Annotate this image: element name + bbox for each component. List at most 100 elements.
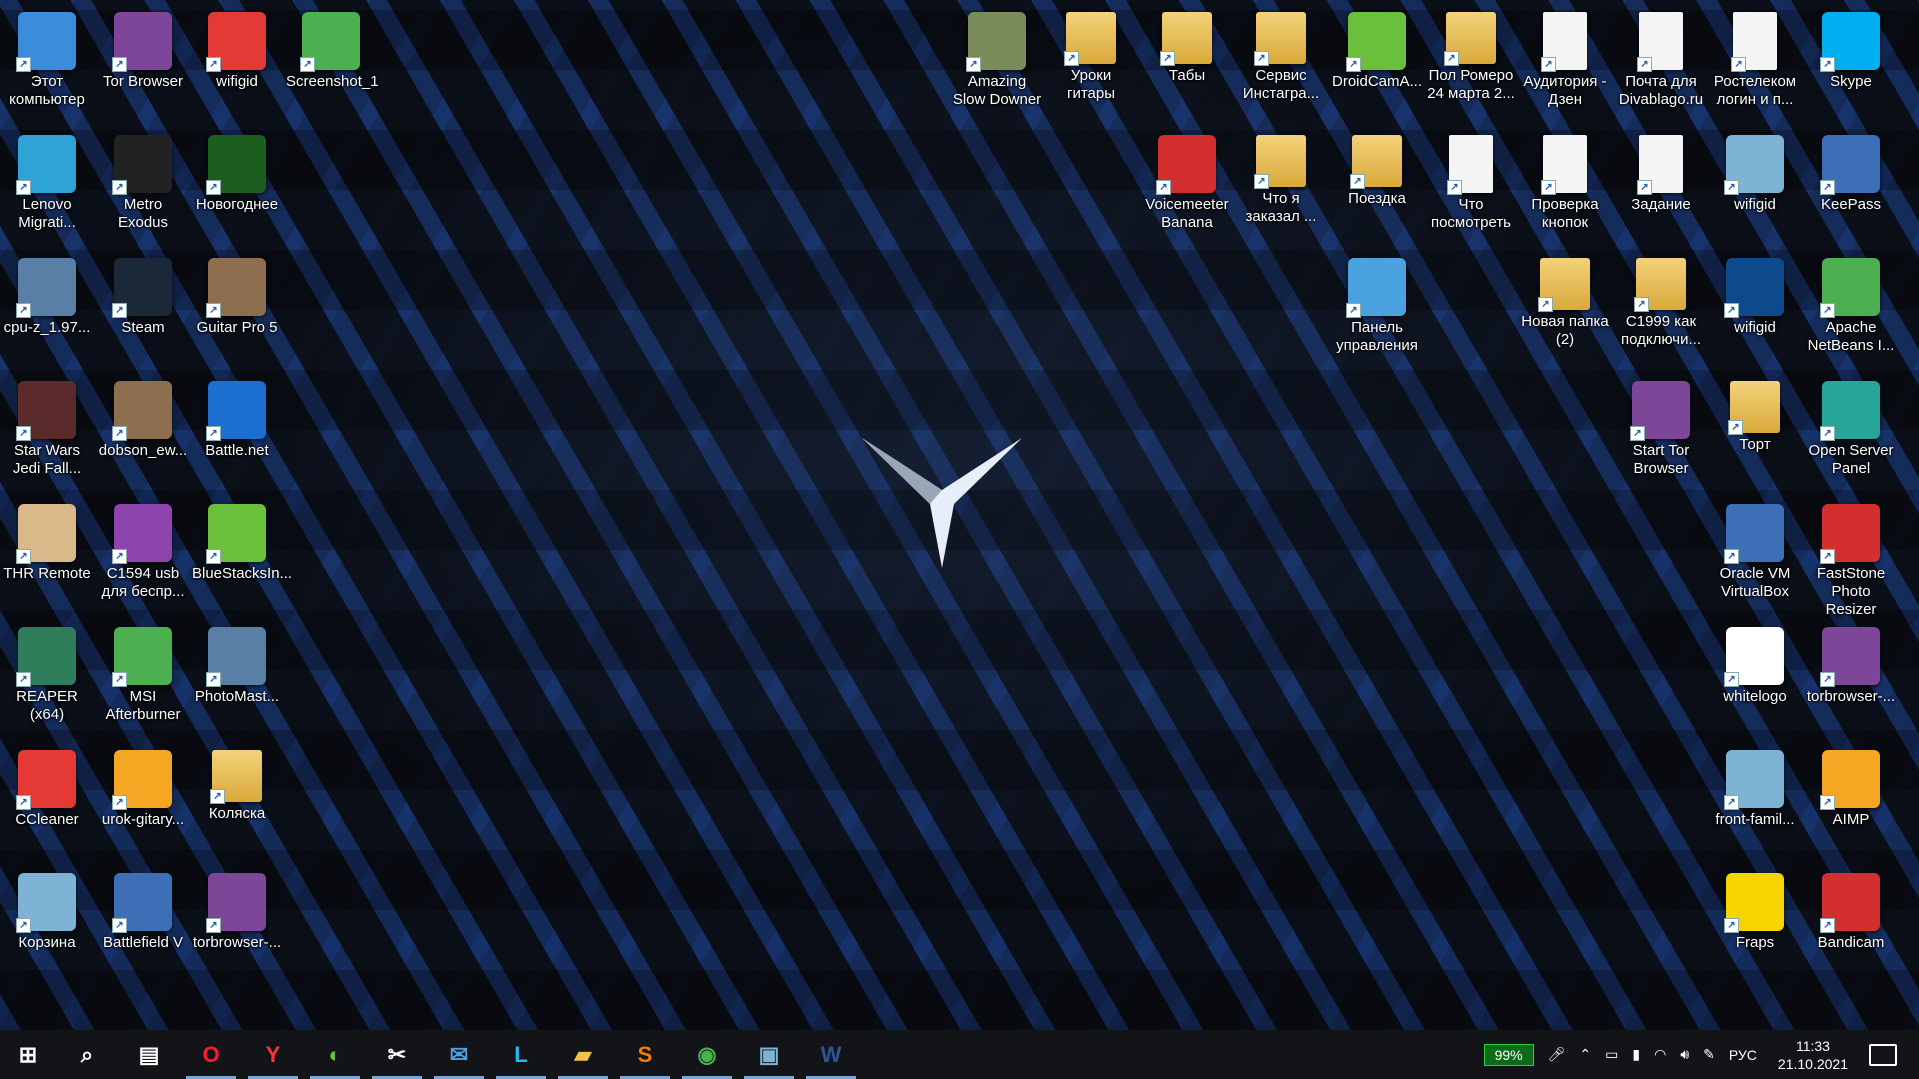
shortcut-arrow-icon: ↗	[112, 180, 127, 195]
desktop-icon[interactable]: ↗ Сервис Инстагра...	[1234, 4, 1328, 122]
photomaster-icon: ↗	[206, 627, 266, 687]
notification-center-icon[interactable]	[1869, 1043, 1897, 1066]
desktop-icon[interactable]: ↗ Guitar Pro 5	[190, 250, 284, 368]
keepass-icon: ↗	[1820, 135, 1880, 195]
desktop-icon[interactable]: ↗ Battlefield V	[96, 865, 190, 983]
desktop-icon[interactable]: ↗ Новогоднее	[190, 127, 284, 245]
desktop-icon[interactable]: ↗ Apache NetBeans I...	[1804, 250, 1898, 368]
shortcut-arrow-icon: ↗	[1724, 672, 1739, 687]
mail-icon[interactable]: ✉	[428, 1030, 490, 1079]
wifi-icon[interactable]: ◠	[1654, 1046, 1666, 1063]
desktop-icon[interactable]: ↗ MSI Afterburner	[96, 619, 190, 737]
document-icon: ↗	[1637, 135, 1683, 195]
desktop-icon[interactable]: ↗ Коляска	[190, 742, 284, 860]
desktop-icon[interactable]: ↗ wifigid	[1708, 127, 1802, 245]
desktop-icon[interactable]: ↗ Amazing Slow Downer	[950, 4, 1044, 122]
desktop-icon[interactable]: ↗ Поездка	[1330, 127, 1424, 245]
desktop-icon[interactable]: ↗ CCleaner	[0, 742, 94, 860]
desktop-icon[interactable]: ↗ Open Server Panel	[1804, 373, 1898, 491]
word-icon[interactable]: W	[800, 1030, 862, 1079]
desktop-icon[interactable]: ↗ Battle.net	[190, 373, 284, 491]
desktop-icon[interactable]: ↗ KeePass	[1804, 127, 1898, 245]
desktop-icon[interactable]: ↗ front-famil...	[1708, 742, 1802, 860]
desktop-icon[interactable]: ↗ Корзина	[0, 865, 94, 983]
battery-indicator[interactable]: 99%	[1483, 1043, 1534, 1066]
desktop-icon[interactable]: ↗ torbrowser-...	[1804, 619, 1898, 737]
document-icon: ↗	[1637, 12, 1683, 72]
volume-icon[interactable]: 🔊︎	[1680, 1046, 1689, 1063]
shortcut-arrow-icon: ↗	[112, 57, 127, 72]
reaper-icon: ↗	[16, 627, 76, 687]
desktop-icon[interactable]: ↗ Bandicam	[1804, 865, 1898, 983]
desktop-icon[interactable]: ↗ C1999 как подключи...	[1614, 250, 1708, 368]
desktop-icon[interactable]: ↗ THR Remote	[0, 496, 94, 614]
desktop-icon[interactable]: ↗ dobson_ew...	[96, 373, 190, 491]
clock-time: 11:33	[1795, 1037, 1830, 1054]
desktop-icon[interactable]: ↗ BlueStacksIn...	[190, 496, 292, 614]
desktop-icon[interactable]: ↗ Voicemeeter Banana	[1140, 127, 1234, 245]
yandex-browser-icon[interactable]: Y	[242, 1030, 304, 1079]
desktop-icon[interactable]: ↗ FastStone Photo Resizer	[1804, 496, 1898, 618]
desktop-icon-label: Пол Ромеро 24 марта 2...	[1427, 67, 1515, 102]
desktop-icon[interactable]: ↗ Tor Browser	[96, 4, 190, 122]
desktop-icon[interactable]: ↗ Табы	[1140, 4, 1234, 122]
desktop-icon[interactable]: ↗ Steam	[96, 250, 190, 368]
snipping-tool-icon[interactable]: ✂	[366, 1030, 428, 1079]
amazing-slow-downer-icon: ↗	[966, 12, 1026, 72]
device-icon[interactable]: ▭	[1605, 1046, 1618, 1063]
search-icon[interactable]: ⌕	[56, 1030, 118, 1079]
tor-taskbar-icon[interactable]: ◐	[304, 1030, 366, 1079]
desktop-icon[interactable]: ↗ whitelogo	[1708, 619, 1802, 737]
desktop-icon[interactable]: ↗ urok-gitary...	[96, 742, 190, 860]
desktop-icon[interactable]: ↗ Lenovo Migrati...	[0, 127, 94, 245]
desktop-icon[interactable]: ↗ Торт	[1708, 373, 1802, 491]
desktop-icon[interactable]: ↗ Этот компьютер	[0, 4, 94, 122]
battery-icon[interactable]: ▮	[1632, 1046, 1640, 1063]
desktop-icon[interactable]: ↗ Пол Ромеро 24 марта 2...	[1424, 4, 1518, 122]
desktop-icon[interactable]: ↗ Skype	[1804, 4, 1898, 122]
desktop-icon[interactable]: ↗ Oracle VM VirtualBox	[1708, 496, 1802, 614]
desktop-icon[interactable]: ↗ Start Tor Browser	[1614, 373, 1708, 491]
file-explorer-icon[interactable]: ▰	[552, 1030, 614, 1079]
desktop-icon-label: Этот компьютер	[9, 73, 85, 108]
desktop-icon[interactable]: ↗ REAPER (x64)	[0, 619, 94, 737]
desktop-icon[interactable]: ↗ torbrowser-...	[190, 865, 284, 983]
desktop-icon[interactable]: ↗ DroidCamA...	[1330, 4, 1424, 122]
desktop-icon-label: Сервис Инстагра...	[1242, 67, 1320, 102]
desktop-icon[interactable]: ↗ Уроки гитары	[1044, 4, 1138, 122]
desktop-icon[interactable]: ↗ Аудитория - Дзен	[1518, 4, 1612, 122]
open-server-icon: ↗	[1820, 381, 1880, 441]
desktop-icon[interactable]: ↗ wifigid	[1708, 250, 1802, 368]
sublime-text-icon[interactable]: S	[614, 1030, 676, 1079]
control-panel-taskbar-icon[interactable]: ▣	[738, 1030, 800, 1079]
desktop-icon[interactable]: ↗ Fraps	[1708, 865, 1802, 983]
desktop-icon[interactable]: ↗ Star Wars Jedi Fall...	[0, 373, 94, 491]
clock[interactable]: 11:33 21.10.2021	[1778, 1037, 1848, 1073]
start-button[interactable]: ⊞	[0, 1030, 56, 1079]
pen-icon[interactable]: ✎	[1703, 1046, 1715, 1063]
desktop-icon[interactable]: ↗ Что я заказал ...	[1234, 127, 1328, 245]
desktop-icon[interactable]: ↗ wifigid	[190, 4, 284, 122]
desktop-icon[interactable]: ↗ Задание	[1614, 127, 1708, 245]
chrome-icon[interactable]: ◉	[676, 1030, 738, 1079]
desktop-icon[interactable]: ↗ Metro Exodus	[96, 127, 190, 245]
opera-icon[interactable]: O	[180, 1030, 242, 1079]
desktop-icon[interactable]: ↗ Новая папка (2)	[1518, 250, 1612, 368]
desktop-icon-label: C1594 usb для беспр...	[101, 565, 185, 600]
desktop-icon[interactable]: ↗ Проверка кнопок	[1518, 127, 1612, 245]
chevron-up-icon[interactable]: ⌃	[1579, 1046, 1591, 1063]
desktop-icon[interactable]: ↗ cpu-z_1.97...	[0, 250, 94, 368]
desktop-icon[interactable]: ↗ PhotoMast...	[190, 619, 284, 737]
desktop-icon[interactable]: ↗ AIMP	[1804, 742, 1898, 860]
desktop-icon[interactable]: ↗ Что посмотреть	[1424, 127, 1518, 245]
system-tray: 99% 🎤︎ ⌃ ▭ ▮ ◠ 🔊︎ ✎ РУС 11:33 21.10.2021	[1477, 1030, 1919, 1079]
desktop-icon[interactable]: ↗ Screenshot_1	[284, 4, 379, 122]
desktop-icon[interactable]: ↗ Ростелеком логин и п...	[1708, 4, 1802, 122]
lenovo-vantage-icon[interactable]: L	[490, 1030, 552, 1079]
language-indicator[interactable]: РУС	[1729, 1047, 1757, 1063]
microphone-icon[interactable]: 🎤︎	[1548, 1046, 1566, 1063]
desktop-icon[interactable]: ↗ Почта для Divablago.ru	[1614, 4, 1708, 122]
desktop-icon[interactable]: ↗ C1594 usb для беспр...	[96, 496, 190, 614]
task-view-icon[interactable]: ▤	[118, 1030, 180, 1079]
desktop-icon[interactable]: ↗ Панель управления	[1330, 250, 1424, 368]
